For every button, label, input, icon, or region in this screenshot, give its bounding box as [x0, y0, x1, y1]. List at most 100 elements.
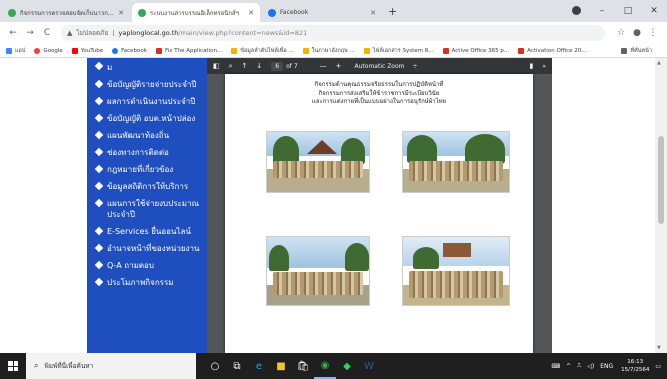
forward-button[interactable]: → [23, 28, 37, 38]
tray-overflow-icon[interactable]: ^ [566, 363, 571, 370]
scrollbar-thumb[interactable] [658, 136, 664, 224]
tab-2-favicon-icon [138, 8, 146, 17]
pdf-search-icon[interactable]: ⌕ [229, 62, 233, 71]
heading-line-2: กิจกรรมการส่งเสริมให้ข้าราชการมีระเบียบว… [318, 89, 440, 97]
menu-icon[interactable]: ⋮ [645, 28, 661, 38]
diamond-bullet-icon [94, 79, 104, 89]
chrome-icon[interactable]: ◉ [314, 353, 336, 379]
diamond-bullet-icon [94, 113, 104, 123]
tab-1-close-icon[interactable]: ✕ [118, 9, 124, 17]
window-controls: – □ ✕ [589, 0, 667, 22]
minimize-button[interactable]: – [589, 6, 615, 16]
notification-icon[interactable]: ▭ [655, 363, 661, 370]
bookmark-office20[interactable]: Activation Office 20... [518, 47, 587, 54]
new-tab-button[interactable]: + [388, 5, 397, 18]
sidebar-item-8[interactable]: แผนการใช้จ่ายงบประมาณประจำปี [87, 195, 207, 223]
bookmark-folder-1[interactable]: ข้อมูลลำดับไฟล์เพื่อ ... [231, 47, 294, 55]
bookmark-folder-3[interactable]: ไฟล์เอกสาร System R... [363, 47, 434, 55]
pdf-zoom-select[interactable]: Automatic Zoom [355, 63, 405, 70]
language-indicator[interactable]: ENG [600, 363, 613, 370]
bookmark-fix-app[interactable]: Fix The Application... [155, 47, 222, 54]
bookmark-facebook[interactable]: Facebook [112, 47, 147, 54]
diamond-bullet-icon [94, 61, 104, 71]
sidebar-item-1[interactable]: ข้อบัญญัติรายจ่ายประจำปี [87, 76, 207, 93]
sidebar-item-6[interactable]: กฎหมายที่เกี่ยวข้อง [87, 161, 207, 178]
bookmark-google[interactable]: Google [34, 47, 63, 54]
sidebar-item-12[interactable]: ประโมภาพกิจกรรม [87, 274, 207, 291]
security-status[interactable]: ไม่ปลอดภัย [76, 28, 108, 38]
tab-1[interactable]: กิจกรรมการตรวจสอบจัดเก็บนาวการ ✕ [2, 3, 130, 22]
file-explorer-icon[interactable]: ■ [270, 353, 292, 379]
maximize-button[interactable]: □ [615, 6, 641, 16]
back-button[interactable]: ← [6, 28, 20, 38]
pdf-sidebar-toggle-icon[interactable]: ◧ [213, 62, 220, 70]
sidebar-item-7[interactable]: ข้อมูลสถิติการให้บริการ [87, 178, 207, 195]
diamond-bullet-icon [94, 277, 104, 287]
bookmark-folder-2[interactable]: ในภาษาอังกฤษ ... [302, 47, 355, 55]
fix-app-icon [155, 47, 162, 54]
diamond-bullet-icon [94, 130, 104, 140]
sidebar-item-9[interactable]: E-Services ยื่นออนไลน์ [87, 223, 207, 240]
word-icon[interactable]: W [358, 353, 380, 379]
taskbar-search[interactable]: ⌕ พิมพ์ที่นี่เพื่อค้นหา [26, 353, 196, 379]
diamond-bullet-icon [94, 260, 104, 270]
folder-icon [363, 47, 370, 54]
document-heading: กิจกรรมด้านคุณธรรมจริยธรรมในการปฏิบัติหน… [225, 74, 533, 107]
diamond-bullet-icon [94, 198, 104, 208]
scroll-up-arrow-icon[interactable]: ▲ [657, 60, 661, 66]
sidebar-item-10[interactable]: อำนาจหน้าที่ของหน่วยงาน [87, 240, 207, 257]
tab-3-close-icon[interactable]: ✕ [370, 9, 376, 17]
bookmark-youtube[interactable]: YouTube [71, 47, 103, 54]
warning-icon[interactable]: ▲ [67, 29, 72, 37]
sidebar-item-5[interactable]: ช่องทางการติดต่อ [87, 144, 207, 161]
pdf-more-tools-icon[interactable]: » [542, 63, 546, 70]
bookmarks-bar: แอป Google YouTube Facebook Fix The Appl… [0, 44, 667, 58]
pdf-next-page-icon[interactable]: ↓ [256, 62, 262, 70]
bookmark-apps[interactable]: แอป [6, 47, 25, 55]
diamond-bullet-icon [94, 96, 104, 106]
pdf-bookmark-icon[interactable]: ▮ [529, 62, 533, 70]
edge-icon[interactable]: e [248, 353, 270, 379]
bookmark-reading-list[interactable]: ที่คั่นหน้า [621, 47, 652, 55]
reading-list-icon [621, 48, 628, 54]
tab-2[interactable]: ระบบงานสารบรรณอิเล็กทรอนิกส์ฯ ✕ [132, 3, 260, 22]
reload-button[interactable]: C [40, 28, 54, 38]
sidebar-item-2[interactable]: ผลการดำเนินงานประจำปี [87, 93, 207, 110]
store-icon[interactable]: 🛍 [292, 353, 314, 379]
url-host: yaplonglocal.go.th [118, 29, 179, 37]
network-icon[interactable]: ⎍ [577, 362, 581, 370]
photo-assembly-1 [266, 131, 370, 193]
volume-icon[interactable]: ◁) [587, 363, 594, 370]
pdf-zoom-in-button[interactable]: + [336, 62, 342, 70]
windows-logo-icon [8, 361, 18, 371]
task-view-icon[interactable]: ⧉ [226, 353, 248, 379]
tab-3-favicon-icon [268, 8, 276, 17]
profile-icon[interactable] [572, 6, 581, 15]
sidebar-item-4[interactable]: แผนพัฒนาท้องถิ่น [87, 127, 207, 144]
address-bar[interactable]: ▲ ไม่ปลอดภัย | yaplonglocal.go.th /main/… [61, 25, 605, 41]
tab-3[interactable]: Facebook ✕ [262, 3, 382, 22]
heading-line-3: และการแต่งกายที่เป็นแบบอย่างในการอนุรักษ… [311, 98, 447, 105]
clock[interactable]: 16:13 15/7/2564 [621, 358, 649, 374]
sidebar-item-11[interactable]: Q-A ถามตอบ [87, 257, 207, 274]
close-window-button[interactable]: ✕ [641, 6, 667, 16]
pdf-zoom-caret-icon[interactable]: ÷ [413, 63, 418, 70]
line-icon[interactable]: ◆ [336, 353, 358, 379]
page-scrollbar[interactable]: ▲ ▼ [655, 58, 667, 353]
bookmark-star-icon[interactable]: ☆ [613, 28, 629, 38]
pdf-zoom-out-button[interactable]: — [320, 62, 327, 70]
extension-icon[interactable]: ● [629, 28, 645, 38]
bookmark-office365[interactable]: Active Office 365 p... [442, 47, 509, 54]
start-button[interactable] [0, 353, 26, 379]
tab-2-close-icon[interactable]: ✕ [248, 9, 254, 17]
scroll-down-arrow-icon[interactable]: ▼ [657, 345, 661, 351]
facebook-icon [112, 47, 119, 54]
search-icon: ⌕ [34, 361, 39, 370]
diamond-bullet-icon [94, 181, 104, 191]
keyboard-icon[interactable]: ⌨ [551, 363, 560, 370]
pdf-prev-page-icon[interactable]: ↑ [242, 62, 248, 70]
cortana-icon[interactable]: ○ [204, 353, 226, 379]
pdf-page-number-input[interactable]: 6 [271, 61, 284, 71]
sidebar-item-0[interactable]: ม [87, 58, 207, 76]
sidebar-item-3[interactable]: ข้อบัญญัติ อบต.หน้าปล่อง [87, 110, 207, 127]
